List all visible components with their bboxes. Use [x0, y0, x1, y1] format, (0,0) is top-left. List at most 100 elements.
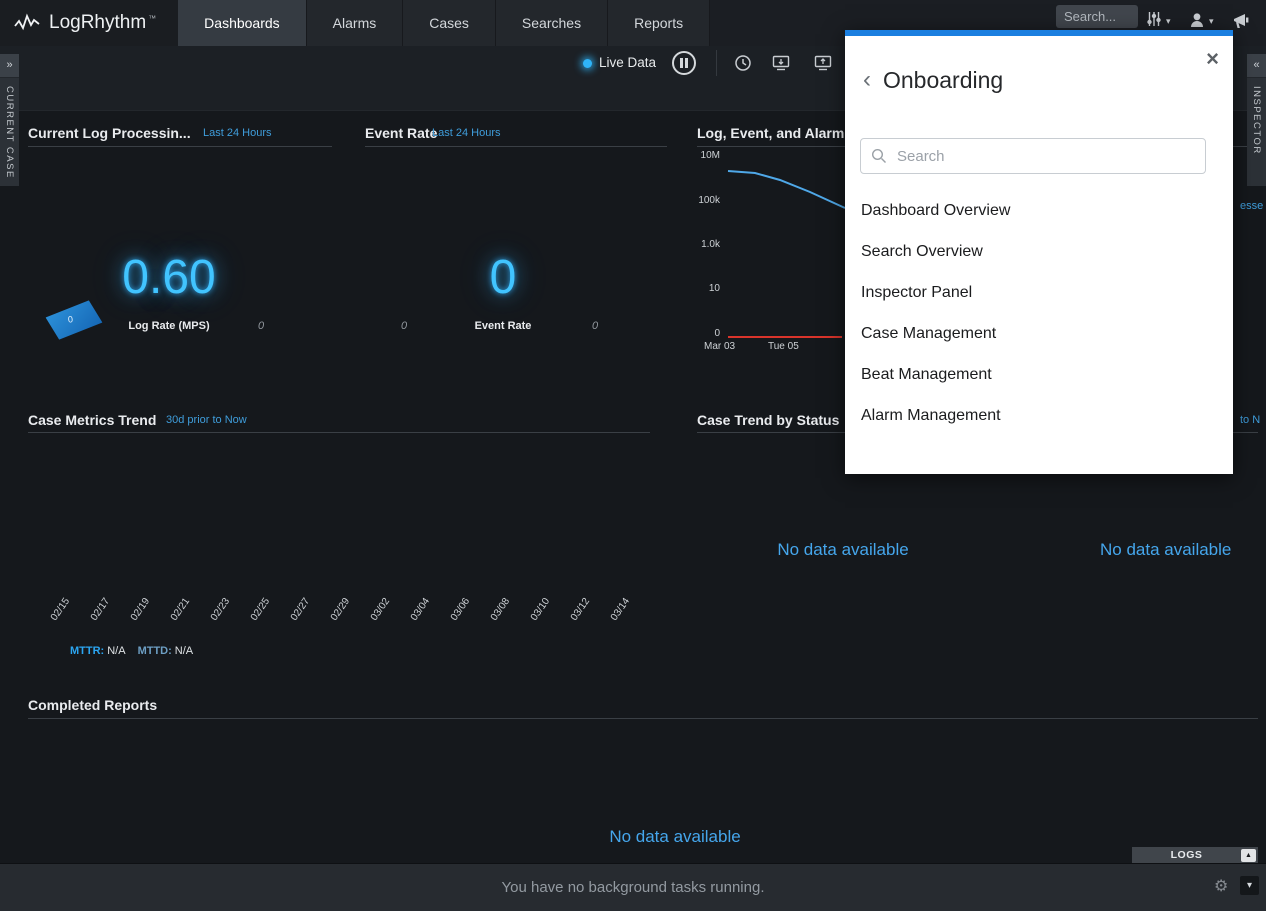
- pause-live-data-button[interactable]: [672, 51, 696, 75]
- pause-icon: [685, 58, 688, 68]
- gear-icon[interactable]: ⚙: [1214, 876, 1228, 896]
- logs-drawer-tab[interactable]: LOGS ▲: [1132, 847, 1258, 863]
- panel-title-case-metrics: Case Metrics Trend: [28, 412, 156, 428]
- x-axis-date-label: 02/25: [249, 596, 272, 623]
- live-data-label: Live Data: [599, 55, 656, 70]
- brand-trademark: ™: [148, 14, 156, 23]
- onboarding-item-inspector-panel[interactable]: Inspector Panel: [861, 272, 1217, 313]
- log-rate-gauge-max: 0: [258, 320, 264, 332]
- nav-tab-dashboards[interactable]: Dashboards: [178, 0, 307, 46]
- expand-right-icon[interactable]: »: [0, 54, 19, 78]
- onboarding-menu: Dashboard Overview Search Overview Inspe…: [861, 190, 1217, 436]
- x-axis-date-label: 02/29: [329, 596, 352, 623]
- panel-divider: [28, 718, 1258, 719]
- main-nav-tabs: Dashboards Alarms Cases Searches Reports: [178, 0, 710, 46]
- popup-accent-bar: [845, 30, 1233, 36]
- event-rate-gauge-min: 0: [401, 320, 407, 332]
- live-data-indicator-icon: [583, 59, 592, 68]
- onboarding-item-case-management[interactable]: Case Management: [861, 313, 1217, 354]
- panel-range-case-metrics[interactable]: 30d prior to Now: [166, 414, 247, 426]
- panel-range-log-processing[interactable]: Last 24 Hours: [203, 127, 271, 139]
- toolbar-divider: [716, 50, 717, 76]
- user-caret-icon[interactable]: ▾: [1209, 16, 1214, 27]
- panel-title-completed-reports: Completed Reports: [28, 697, 157, 713]
- close-icon[interactable]: ×: [1206, 48, 1219, 70]
- log-rate-value: 0.60: [28, 250, 310, 305]
- logrhythm-logo[interactable]: LogRhythm ™: [0, 0, 178, 46]
- onboarding-popup: ‹ Onboarding × Dashboard Overview Search…: [845, 30, 1233, 474]
- inspector-drawer-tab[interactable]: « INSPECTOR: [1247, 54, 1266, 186]
- filters-sliders-icon[interactable]: [1146, 11, 1162, 27]
- mttr-value: N/A: [107, 645, 125, 657]
- case-trend-no-data: No data available: [733, 540, 953, 560]
- x-axis-date-label: 02/23: [209, 596, 232, 623]
- inspector-label: INSPECTOR: [1251, 86, 1262, 155]
- x-axis-date-label: 02/15: [49, 596, 72, 623]
- expand-left-icon[interactable]: «: [1247, 54, 1266, 78]
- nav-tab-searches[interactable]: Searches: [496, 0, 608, 46]
- popup-title: Onboarding: [883, 67, 1003, 94]
- background-tasks-message: You have no background tasks running.: [0, 864, 1266, 911]
- logrhythm-waveform-icon: [14, 12, 40, 34]
- x-axis-date-label: 02/17: [89, 596, 112, 623]
- global-search-input[interactable]: [1056, 5, 1138, 28]
- chevron-down-icon: ▾: [1247, 880, 1252, 891]
- brand-name: LogRhythm: [49, 12, 146, 34]
- pause-icon: [680, 58, 683, 68]
- app-window: LogRhythm ™ Dashboards Alarms Cases Sear…: [0, 0, 1266, 911]
- x-axis-date-label: 02/21: [169, 596, 192, 623]
- global-search: [1056, 5, 1138, 28]
- panel-title-event-rate: Event Rate: [365, 125, 437, 141]
- user-profile-icon[interactable]: [1188, 11, 1206, 29]
- event-rate-gauge-max: 0: [592, 320, 598, 332]
- onboarding-search[interactable]: [860, 138, 1206, 174]
- case-trend-clipped-range: to N: [1240, 414, 1260, 426]
- onboarding-search-input[interactable]: [895, 147, 1195, 166]
- time-range-clock-icon[interactable]: [734, 54, 752, 72]
- x-axis-date-label: 02/19: [129, 596, 152, 623]
- x-axis-date-label: 03/06: [449, 596, 472, 623]
- panel-title-log-event-alarm: Log, Event, and Alarm: [697, 125, 844, 141]
- lea-logs-series-line: [728, 171, 845, 208]
- lea-x-tick: Mar 03: [704, 341, 735, 352]
- event-rate-value: 0: [365, 250, 641, 305]
- nav-tab-cases[interactable]: Cases: [403, 0, 496, 46]
- panel-title-case-trend: Case Trend by Status: [697, 412, 839, 428]
- lea-x-tick: Tue 05: [768, 341, 799, 352]
- log-rate-gauge-needle: 0: [44, 299, 103, 341]
- up-arrow-icon: ▲: [1245, 852, 1252, 859]
- back-chevron-icon[interactable]: ‹: [863, 68, 871, 92]
- logs-expand-button[interactable]: ▲: [1241, 849, 1256, 862]
- export-display-icon[interactable]: [772, 55, 790, 71]
- background-tasks-bar: You have no background tasks running.: [0, 863, 1266, 911]
- reports-no-data: No data available: [565, 827, 785, 847]
- mttd-value: N/A: [175, 645, 193, 657]
- lea-clipped-legend-text: esse: [1240, 200, 1263, 212]
- onboarding-item-alarm-management[interactable]: Alarm Management: [861, 395, 1217, 436]
- panel-divider: [28, 432, 650, 433]
- x-axis-date-label: 03/10: [529, 596, 552, 623]
- collapse-footer-button[interactable]: ▾: [1240, 876, 1259, 895]
- needle-value: 0: [67, 314, 73, 324]
- filters-caret-icon[interactable]: ▾: [1166, 16, 1171, 27]
- logs-label: LOGS: [1132, 849, 1241, 861]
- current-case-drawer-tab[interactable]: » CURRENT CASE: [0, 54, 19, 186]
- save-display-icon[interactable]: [814, 55, 832, 71]
- x-axis-date-label: 03/08: [489, 596, 512, 623]
- x-axis-date-label: 03/14: [609, 596, 632, 623]
- announcements-megaphone-icon[interactable]: [1231, 12, 1253, 30]
- x-axis-date-label: 03/12: [569, 596, 592, 623]
- mttd-label: MTTD:: [138, 645, 172, 657]
- panel-title-log-processing: Current Log Processin...: [28, 125, 191, 141]
- nav-tab-reports[interactable]: Reports: [608, 0, 710, 46]
- onboarding-item-dashboard-overview[interactable]: Dashboard Overview: [861, 190, 1217, 231]
- panel-divider: [28, 146, 332, 147]
- panel-range-event-rate[interactable]: Last 24 Hours: [432, 127, 500, 139]
- nav-tab-alarms[interactable]: Alarms: [307, 0, 404, 46]
- x-axis-date-label: 02/27: [289, 596, 312, 623]
- right-panel-no-data: No data available: [1100, 540, 1231, 560]
- panel-divider: [365, 146, 667, 147]
- x-axis-date-label: 03/02: [369, 596, 392, 623]
- onboarding-item-search-overview[interactable]: Search Overview: [861, 231, 1217, 272]
- onboarding-item-beat-management[interactable]: Beat Management: [861, 354, 1217, 395]
